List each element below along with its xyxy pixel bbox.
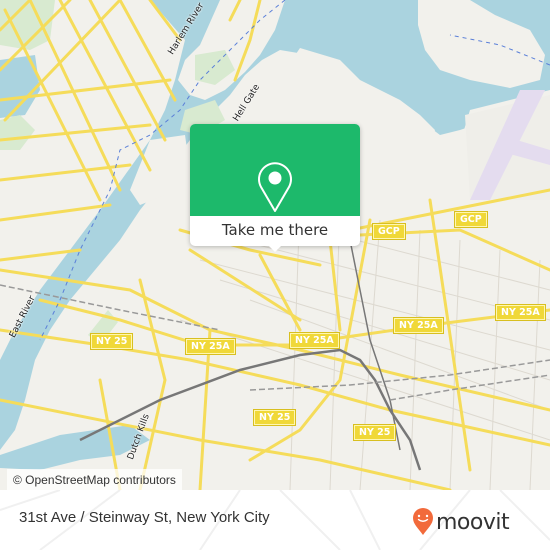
map-attribution[interactable]: © OpenStreetMap contributors bbox=[7, 469, 182, 490]
popup-tail bbox=[267, 244, 283, 252]
road-shield-ny25: NY 25 bbox=[352, 424, 397, 441]
road-shield-gcp: GCP bbox=[454, 211, 488, 228]
take-me-there-button[interactable]: Take me there bbox=[190, 216, 360, 246]
moovit-logo[interactable]: moovit bbox=[412, 508, 510, 536]
road-shield-ny25a: NY 25A bbox=[393, 317, 444, 334]
moovit-pin-icon bbox=[413, 508, 433, 535]
road-shield-ny25a: NY 25A bbox=[185, 338, 236, 355]
map-view[interactable]: Harlem River Hell Gate East River Dutch … bbox=[0, 0, 550, 490]
location-popup[interactable]: Take me there bbox=[190, 124, 360, 252]
road-shield-ny25: NY 25 bbox=[89, 333, 134, 350]
stop-address: 31st Ave / Steinway St, New York City bbox=[19, 509, 270, 526]
road-shield-gcp: GCP bbox=[372, 223, 406, 240]
map-pin-icon bbox=[258, 162, 292, 212]
road-shield-ny25a: NY 25A bbox=[495, 304, 546, 321]
moovit-wordmark: moovit bbox=[436, 509, 510, 535]
popup-header bbox=[190, 124, 360, 216]
road-shield-ny25a: NY 25A bbox=[289, 332, 340, 349]
road-shield-ny25: NY 25 bbox=[252, 409, 297, 426]
